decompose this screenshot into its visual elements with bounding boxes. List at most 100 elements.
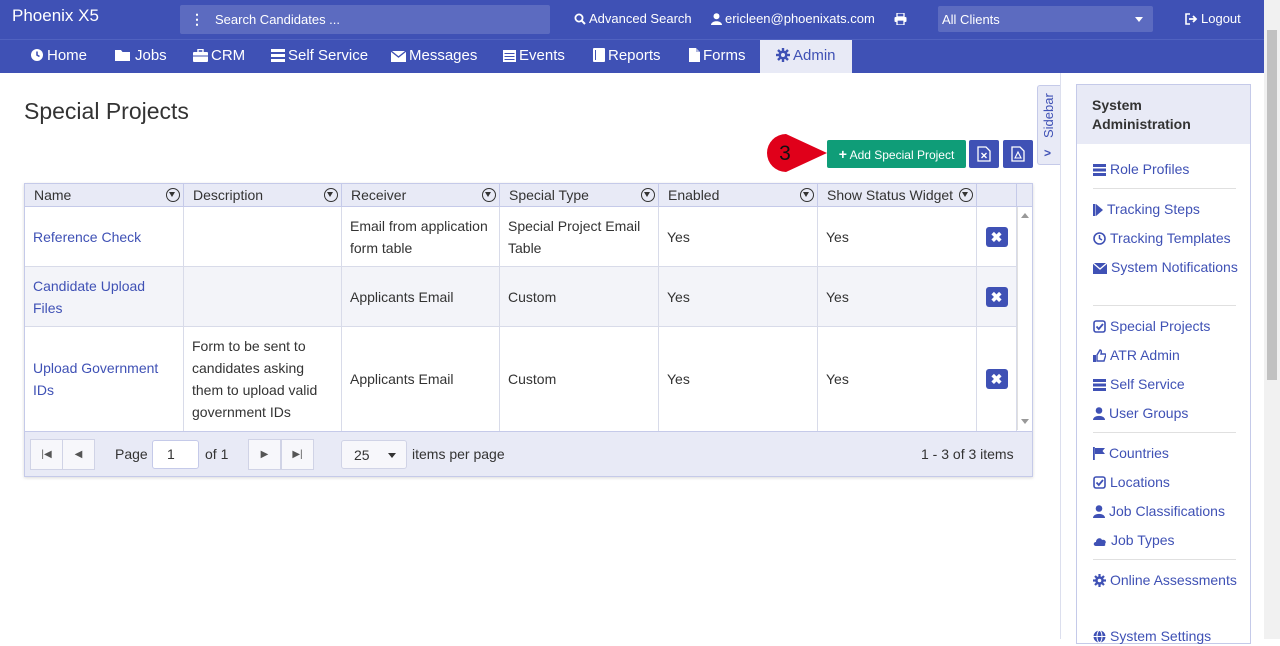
column-header-description[interactable]: Description	[184, 184, 342, 207]
system-admin-panel: System Administration Role Profiles Trac…	[1076, 84, 1251, 644]
user-icon	[1093, 505, 1105, 518]
sidebar-item-system-settings[interactable]: System Settings	[1093, 627, 1243, 646]
nav-jobs[interactable]: Jobs	[115, 40, 167, 73]
filter-icon[interactable]	[482, 188, 496, 202]
sidebar-item-tracking-steps[interactable]: Tracking Steps	[1093, 200, 1243, 219]
nav-messages[interactable]: Messages	[390, 40, 477, 73]
next-page-button[interactable]: ▶	[248, 439, 281, 470]
sidebar-item-locations[interactable]: Locations	[1093, 473, 1243, 492]
nav-forms[interactable]: Forms	[689, 40, 746, 73]
nav-self-service-label: Self Service	[288, 47, 369, 64]
cell-description	[184, 267, 342, 326]
chevron-right-icon: >	[1044, 146, 1052, 160]
filter-icon[interactable]	[166, 188, 180, 202]
panel-heading: System Administration	[1077, 85, 1250, 144]
close-icon: ✖	[990, 288, 1003, 305]
page-scrollbar[interactable]	[1264, 0, 1280, 639]
column-header-special-type[interactable]: Special Type	[500, 184, 659, 207]
cell-description: Form to be sent to candidates asking the…	[184, 327, 342, 431]
cell-receiver: Applicants Email	[342, 327, 500, 431]
cell-special-type: Custom	[500, 327, 659, 431]
page-number-input[interactable]: 1	[152, 440, 199, 469]
folder-icon	[115, 50, 130, 61]
delete-row-button[interactable]: ✖	[985, 226, 1008, 247]
delete-row-button[interactable]: ✖	[985, 286, 1008, 307]
sidebar-item-role-profiles[interactable]: Role Profiles	[1093, 160, 1243, 179]
globe-icon	[1093, 630, 1106, 643]
cloud-icon	[1093, 538, 1106, 546]
nav-events[interactable]: Events	[503, 40, 565, 73]
column-header-enabled[interactable]: Enabled	[659, 184, 818, 207]
chevron-down-icon	[1135, 17, 1143, 22]
filter-icon[interactable]	[324, 188, 338, 202]
user-account-link[interactable]: ericleen@phoenixats.com	[711, 11, 875, 26]
file-icon	[689, 48, 700, 62]
column-show-status-widget-label: Show Status Widget	[827, 187, 954, 203]
sidebar-item-job-classifications[interactable]: Job Classifications	[1093, 502, 1243, 521]
nav-crm[interactable]: CRM	[193, 40, 245, 73]
sidebar-item-special-projects[interactable]: Special Projects	[1093, 317, 1243, 336]
cell-name[interactable]: Reference Check	[25, 207, 184, 266]
gear-icon	[776, 48, 790, 62]
list-icon	[1093, 164, 1106, 176]
print-icon	[894, 12, 907, 26]
nav-home[interactable]: Home	[30, 40, 87, 73]
cell-actions: ✖	[977, 327, 1017, 431]
nav-admin[interactable]: Admin	[760, 40, 852, 73]
sidebar-item-online-assessments[interactable]: Online Assessments	[1093, 571, 1243, 590]
cell-name[interactable]: Upload Government IDs	[25, 327, 184, 431]
search-input[interactable]: Search Candidates ...	[215, 12, 340, 27]
sidebar-item-atr-admin[interactable]: ATR Admin	[1093, 346, 1243, 365]
grid-pager: |◀ ◀ Page 1 of 1 ▶ ▶| 25 items per page …	[25, 431, 1032, 476]
top-bar: Phoenix X5 ⋮ Search Candidates ... Advan…	[0, 0, 1264, 39]
scrollbar-thumb[interactable]	[1267, 30, 1277, 380]
envelope-icon	[390, 50, 407, 62]
print-button[interactable]	[894, 11, 910, 26]
page-size-select[interactable]: 25	[341, 440, 407, 469]
last-page-button[interactable]: ▶|	[281, 439, 314, 470]
page-total-label: of 1	[205, 446, 229, 462]
brand-logo[interactable]: Phoenix X5	[12, 6, 99, 26]
sidebar-toggle[interactable]: Sidebar >	[1037, 85, 1061, 165]
filter-icon[interactable]	[959, 188, 973, 202]
export-excel-button[interactable]	[969, 140, 999, 168]
export-pdf-button[interactable]	[1003, 140, 1033, 168]
sidebar-item-job-types[interactable]: Job Types	[1093, 531, 1243, 550]
sidebar-item-self-service[interactable]: Self Service	[1093, 375, 1243, 394]
column-header-receiver[interactable]: Receiver	[342, 184, 500, 207]
advanced-search-link[interactable]: Advanced Search	[574, 11, 692, 26]
cell-show-status-widget: Yes	[818, 327, 977, 431]
nav-events-label: Events	[519, 47, 565, 64]
grid-scrollbar[interactable]	[1017, 207, 1032, 430]
divider	[1060, 73, 1061, 639]
first-page-button[interactable]: |◀	[30, 439, 63, 470]
nav-self-service[interactable]: Self Service	[271, 40, 368, 73]
column-header-show-status-widget[interactable]: Show Status Widget	[818, 184, 977, 207]
first-page-icon: |◀	[41, 449, 52, 460]
nav-reports[interactable]: Reports	[593, 40, 661, 73]
briefcase-icon	[193, 48, 208, 62]
kebab-menu-icon[interactable]: ⋮	[190, 11, 204, 28]
cell-enabled: Yes	[659, 207, 818, 266]
cell-actions: ✖	[977, 267, 1017, 326]
filter-icon[interactable]	[800, 188, 814, 202]
client-select[interactable]: All Clients	[938, 6, 1153, 32]
filter-icon[interactable]	[641, 188, 655, 202]
column-header-name[interactable]: Name	[25, 184, 184, 207]
delete-row-button[interactable]: ✖	[985, 369, 1008, 389]
prev-page-button[interactable]: ◀	[62, 439, 95, 470]
scroll-up-icon[interactable]	[1021, 213, 1029, 218]
add-special-project-button[interactable]: + Add Special Project	[827, 140, 966, 168]
logout-button[interactable]: Logout	[1185, 11, 1241, 26]
sidebar-item-countries[interactable]: Countries	[1093, 444, 1243, 463]
page-label: Page	[115, 446, 148, 462]
sidebar-item-user-groups[interactable]: User Groups	[1093, 404, 1243, 423]
scroll-down-icon[interactable]	[1021, 419, 1029, 424]
sidebar-item-system-notifications[interactable]: System Notifications	[1092, 258, 1243, 277]
main-nav: Home Jobs CRM Self Service Messages Even…	[0, 39, 1264, 73]
divider	[1093, 559, 1236, 560]
sidebar-item-tracking-templates[interactable]: Tracking Templates	[1093, 229, 1243, 248]
cell-name[interactable]: Candidate Upload Files	[25, 267, 184, 326]
excel-file-icon	[977, 146, 991, 162]
candidate-search[interactable]: ⋮ Search Candidates ...	[180, 5, 550, 34]
